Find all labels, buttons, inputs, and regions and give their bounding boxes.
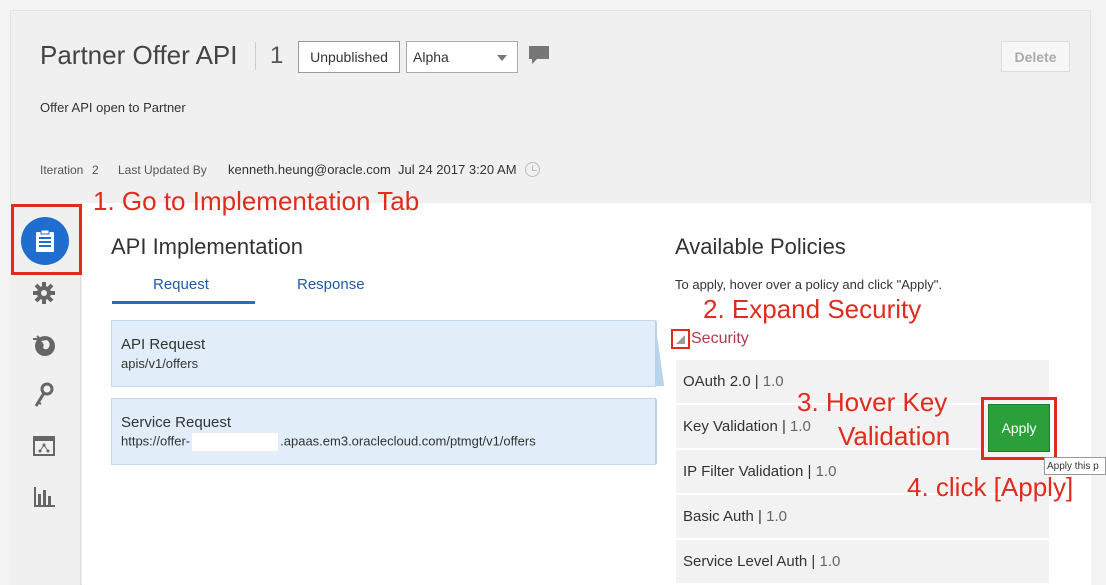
grants-icon bbox=[33, 436, 55, 456]
active-tab-indicator bbox=[112, 301, 255, 304]
iteration-label: Iteration bbox=[40, 163, 84, 177]
settings-tab[interactable] bbox=[30, 279, 58, 307]
expand-collapse-icon[interactable] bbox=[671, 329, 690, 349]
annotation-step-3-line-1: 3. Hover Key bbox=[797, 387, 948, 417]
chevron-down-icon bbox=[497, 55, 507, 61]
last-updated-by: kenneth.heung@oracle.com bbox=[228, 162, 391, 177]
policy-name: Key Validation bbox=[683, 418, 778, 435]
nav-highlight-box bbox=[11, 204, 82, 275]
publish-status-button[interactable]: Unpublished bbox=[298, 41, 400, 73]
policy-label: IP Filter Validation | 1.0 bbox=[683, 463, 837, 480]
last-updated-label: Last Updated By bbox=[118, 163, 207, 177]
title-divider bbox=[255, 42, 256, 70]
redacted-text bbox=[192, 433, 279, 451]
annotation-step-4: 4. click [Apply] bbox=[907, 472, 1074, 502]
policy-label: OAuth 2.0 | 1.0 bbox=[683, 373, 784, 390]
policy-label: Basic Auth | 1.0 bbox=[683, 508, 787, 525]
keys-icon bbox=[34, 382, 54, 407]
deploy-icon bbox=[33, 335, 55, 356]
analytics-icon bbox=[34, 487, 55, 507]
tab-response[interactable]: Response bbox=[297, 276, 365, 293]
analytics-tab[interactable] bbox=[30, 483, 58, 511]
policy-label: Key Validation | 1.0 bbox=[683, 418, 811, 435]
service-request-card[interactable]: Service Request https://offer- .apaas.em3… bbox=[111, 398, 657, 465]
page-title: Partner Offer API bbox=[40, 40, 238, 70]
service-url-prefix: https://offer- bbox=[121, 433, 191, 449]
apply-button[interactable]: Apply bbox=[988, 404, 1050, 452]
card-arrow bbox=[655, 321, 665, 386]
api-request-card[interactable]: API Request apis/v1/offers bbox=[111, 320, 665, 387]
api-description: Offer API open to Partner bbox=[40, 100, 186, 115]
annotation-step-1: 1. Go to Implementation Tab bbox=[93, 186, 420, 216]
card-subtitle: apis/v1/offers bbox=[121, 356, 199, 371]
policy-version: 1.0 bbox=[819, 553, 841, 570]
card-subtitle: https://offer- .apaas.em3.oraclecloud.com… bbox=[121, 433, 536, 451]
security-group-label[interactable]: Security bbox=[691, 330, 749, 348]
service-url-suffix: .apaas.em3.oraclecloud.com/ptmgt/v1/offe… bbox=[280, 433, 536, 449]
delete-button[interactable]: Delete bbox=[1001, 41, 1070, 72]
policy-version: 1.0 bbox=[790, 418, 811, 435]
deployments-tab[interactable] bbox=[30, 331, 58, 359]
version-number: 1 bbox=[270, 42, 284, 69]
policy-name: Basic Auth bbox=[683, 508, 754, 525]
tab-request[interactable]: Request bbox=[153, 276, 209, 293]
settings-icon bbox=[33, 282, 55, 304]
annotation-step-3-line-2: Validation bbox=[838, 421, 951, 451]
grants-tab[interactable] bbox=[30, 432, 58, 460]
policies-hint: To apply, hover over a policy and click … bbox=[675, 277, 942, 292]
stage-select[interactable]: Alpha bbox=[406, 41, 518, 73]
api-keys-tab[interactable] bbox=[30, 381, 58, 409]
policy-version: 1.0 bbox=[762, 373, 784, 390]
clock-icon bbox=[525, 162, 540, 177]
policy-name: IP Filter Validation bbox=[683, 463, 804, 480]
policy-version: 1.0 bbox=[815, 463, 837, 480]
iteration-value: 2 bbox=[92, 163, 99, 177]
card-title: Service Request bbox=[121, 414, 232, 431]
policies-heading: Available Policies bbox=[675, 234, 846, 259]
card-arrow bbox=[655, 399, 657, 464]
policy-label: Service Level Auth | 1.0 bbox=[683, 553, 841, 570]
policy-version: 1.0 bbox=[766, 508, 787, 525]
implementation-heading: API Implementation bbox=[111, 234, 303, 259]
comment-icon[interactable] bbox=[527, 44, 551, 66]
card-title: API Request bbox=[121, 336, 206, 353]
annotation-step-2: 2. Expand Security bbox=[703, 294, 922, 324]
policy-name: Service Level Auth bbox=[683, 553, 808, 570]
policy-item-service-level-auth[interactable]: Service Level Auth | 1.0 bbox=[676, 540, 1049, 584]
stage-select-value: Alpha bbox=[413, 49, 449, 65]
last-updated-at: Jul 24 2017 3:20 AM bbox=[398, 162, 517, 177]
policy-name: OAuth 2.0 bbox=[683, 373, 751, 390]
